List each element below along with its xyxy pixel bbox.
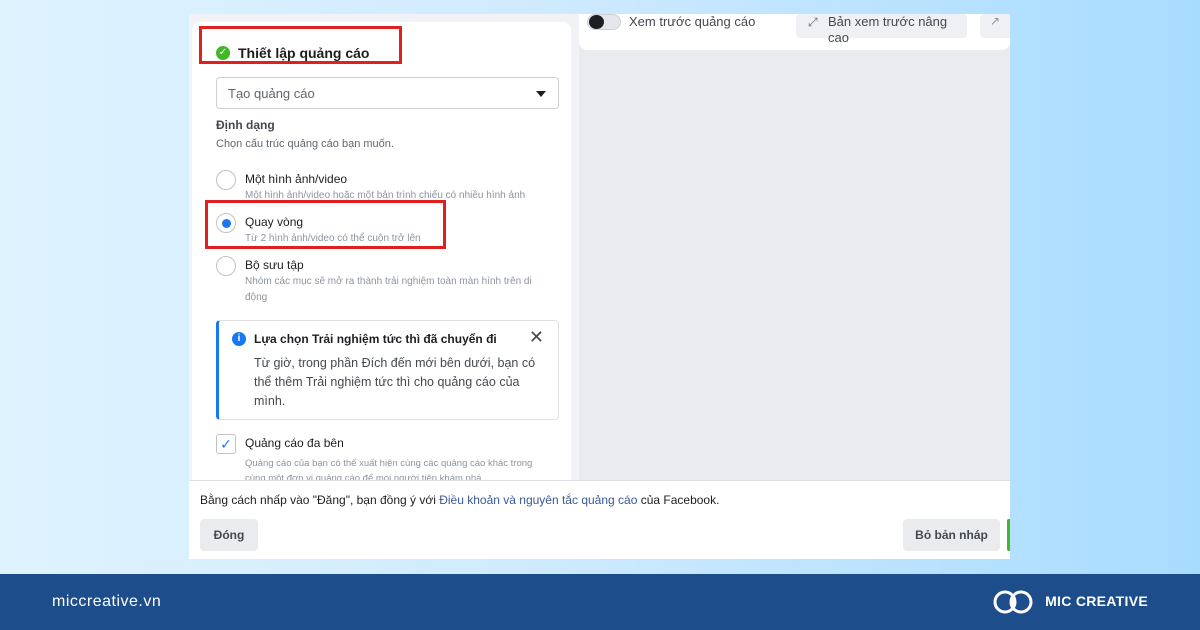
terms-text: Bằng cách nhấp vào "Đăng", bạn đồng ý vớ…	[200, 493, 719, 507]
info-notice: i Lựa chọn Trải nghiệm tức thì đã chuyển…	[216, 320, 559, 420]
create-ad-select-value: Tạo quảng cáo	[228, 86, 315, 101]
info-icon: i	[232, 332, 246, 346]
info-title: Lựa chọn Trải nghiệm tức thì đã chuyển đ…	[254, 332, 497, 346]
radio-single-image[interactable]	[216, 170, 236, 190]
preview-panel: Xem trước quảng cáo ⤢ Bản xem trước nâng…	[579, 14, 1010, 484]
share-icon[interactable]: ↗	[980, 14, 1010, 38]
caret-down-icon	[536, 91, 546, 97]
terms-link[interactable]: Điều khoản và nguyên tắc quảng cáo	[439, 493, 637, 507]
advanced-preview-button[interactable]: ⤢ Bản xem trước nâng cao	[796, 14, 967, 45]
radio-collection[interactable]	[216, 256, 236, 276]
format-description: Chọn cấu trúc quảng cáo bạn muốn.	[216, 138, 394, 150]
multi-advertiser-label: Quảng cáo đa bên	[245, 436, 344, 450]
brand-bar: miccreative.vn MIC CREATIVE	[0, 574, 1200, 630]
ad-setup-card: ✓ Thiết lập quảng cáo Tạo quảng cáo Định…	[192, 22, 571, 492]
option-desc-collection: Nhóm các mục sẽ mở ra thành trải nghiệm …	[245, 276, 532, 303]
discard-draft-button[interactable]: Bỏ bản nháp	[903, 519, 1000, 551]
ads-manager-screenshot: ✓ Thiết lập quảng cáo Tạo quảng cáo Định…	[189, 14, 1010, 559]
website-url: miccreative.vn	[52, 593, 162, 610]
terms-suffix: của Facebook.	[637, 493, 720, 507]
terms-prefix: Bằng cách nhấp vào "Đăng", bạn đồng ý vớ…	[200, 493, 440, 507]
advanced-preview-label: Bản xem trước nâng cao	[828, 14, 948, 45]
toggle-knob	[589, 15, 604, 29]
publish-button-edge[interactable]	[1007, 519, 1010, 551]
option-title-single-image: Một hình ảnh/video	[245, 172, 348, 186]
brand-name: MIC CREATIVE	[1045, 593, 1148, 609]
create-ad-select[interactable]: Tạo quảng cáo	[216, 77, 559, 109]
close-button[interactable]: Đóng	[200, 519, 258, 551]
highlight-box-carousel	[205, 200, 446, 249]
close-icon[interactable]: ✕	[529, 327, 544, 348]
ad-preview-label: Xem trước quảng cáo	[629, 14, 756, 29]
preview-toolbar: Xem trước quảng cáo ⤢ Bản xem trước nâng…	[579, 14, 1010, 50]
format-label: Định dạng	[216, 118, 275, 132]
expand-icon: ⤢	[808, 15, 818, 29]
footer: Bằng cách nhấp vào "Đăng", bạn đồng ý vớ…	[189, 480, 1010, 559]
option-title-collection: Bộ sưu tập	[245, 258, 304, 272]
multi-advertiser-checkbox[interactable]: ✓	[216, 434, 236, 454]
ad-preview-toggle[interactable]	[587, 14, 621, 30]
highlight-box-title	[199, 26, 402, 64]
mic-creative-logo-icon	[993, 590, 1033, 614]
info-body: Từ giờ, trong phần Đích đến mới bên dưới…	[254, 356, 536, 408]
ad-setup-panel: ✓ Thiết lập quảng cáo Tạo quảng cáo Định…	[189, 14, 571, 492]
